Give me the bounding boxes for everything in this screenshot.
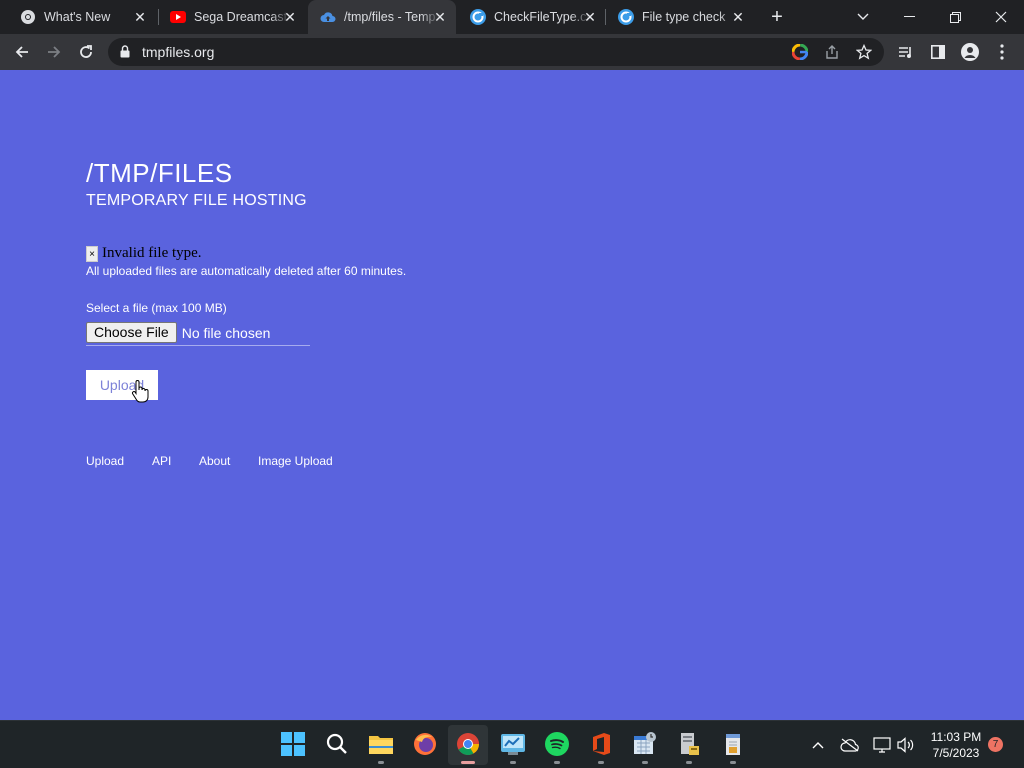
clock-date: 7/5/2023 <box>932 746 980 760</box>
chrome-icon[interactable] <box>455 731 481 764</box>
hand-pointer-cursor-icon <box>131 380 149 403</box>
onedrive-offline-icon[interactable] <box>840 735 860 755</box>
show-hidden-icons-button[interactable] <box>808 735 828 755</box>
profile-avatar-icon[interactable] <box>960 42 980 62</box>
checkfiletype-icon <box>618 9 634 25</box>
tab-checkfiletype[interactable]: CheckFileType.com ✕ <box>458 0 606 34</box>
file-input[interactable]: Choose File No file chosen <box>86 320 310 346</box>
file-input-label: Select a file (max 100 MB) <box>86 301 227 315</box>
tab-title: /tmp/files - Temp <box>344 10 436 24</box>
share-icon[interactable] <box>824 44 840 60</box>
close-icon <box>995 11 1007 23</box>
lock-icon[interactable] <box>120 45 130 63</box>
arrow-right-icon <box>48 46 61 58</box>
reload-button[interactable] <box>72 38 100 66</box>
close-tab-icon[interactable]: ✕ <box>132 9 148 25</box>
control-panel-icon[interactable] <box>500 731 526 764</box>
minimize-button[interactable] <box>886 0 932 34</box>
cloud-upload-icon <box>320 9 336 25</box>
network-icon[interactable] <box>872 735 892 755</box>
tab-title: File type check <box>642 10 726 24</box>
bookmark-star-icon[interactable] <box>856 44 872 60</box>
running-indicator <box>598 761 604 764</box>
chevron-down-icon <box>857 13 869 20</box>
new-tab-button[interactable]: + <box>766 6 788 28</box>
tab-tmpfiles[interactable]: /tmp/files - Temp ✕ <box>308 0 456 34</box>
running-indicator <box>461 761 475 764</box>
tab-file-type-check[interactable]: File type check ✕ <box>606 0 754 34</box>
running-indicator <box>686 761 692 764</box>
browser-toolbar: tmpfiles.org <box>0 34 1024 70</box>
error-alert: × Invalid file type. <box>86 245 202 262</box>
running-indicator <box>730 761 736 764</box>
media-control-icon[interactable] <box>896 42 916 62</box>
back-button[interactable] <box>8 38 36 66</box>
calendar-app-icon[interactable] <box>632 731 658 764</box>
chevron-up-icon <box>812 742 824 749</box>
youtube-icon <box>170 9 186 25</box>
chrome-icon <box>20 9 36 25</box>
tab-strip: What's New ✕ Sega Dreamcast ✕ /tmp/files… <box>0 0 1024 34</box>
footer-link-about[interactable]: About <box>199 454 230 468</box>
deletion-notice: All uploaded files are automatically del… <box>86 264 407 278</box>
notepad-app-icon[interactable] <box>720 731 746 764</box>
restore-icon <box>949 11 961 23</box>
running-indicator <box>554 761 560 764</box>
search-icon[interactable] <box>324 731 350 757</box>
clock-time: 11:03 PM <box>930 730 982 744</box>
tab-sega-dreamcast[interactable]: Sega Dreamcast ✕ <box>158 0 306 34</box>
start-icon[interactable] <box>280 731 306 757</box>
tab-search-button[interactable] <box>840 0 886 34</box>
footer-link-api[interactable]: API <box>152 454 171 468</box>
google-icon[interactable] <box>792 44 808 60</box>
side-panel-icon[interactable] <box>928 42 948 62</box>
system-clock[interactable]: 11:03 PM 7/5/2023 <box>922 729 990 761</box>
reload-icon <box>80 45 92 58</box>
running-indicator <box>642 761 648 764</box>
close-tab-icon[interactable]: ✕ <box>432 9 448 25</box>
printer-app-icon[interactable] <box>676 731 702 764</box>
footer-link-image-upload[interactable]: Image Upload <box>258 454 333 468</box>
choose-file-button[interactable]: Choose File <box>86 322 177 343</box>
close-tab-icon[interactable]: ✕ <box>730 9 746 25</box>
page-title: /TMP/FILES <box>86 158 233 188</box>
arrow-left-icon <box>15 46 28 58</box>
tab-title: Sega Dreamcast <box>194 10 288 24</box>
url-text[interactable]: tmpfiles.org <box>142 44 214 60</box>
footer-link-upload[interactable]: Upload <box>86 454 124 468</box>
minimize-icon <box>903 16 915 17</box>
close-window-button[interactable] <box>978 0 1024 34</box>
no-file-chosen-text: No file chosen <box>181 324 271 341</box>
tab-title: CheckFileType.com <box>494 10 590 24</box>
running-indicator <box>510 761 516 764</box>
running-indicator <box>378 761 384 764</box>
close-tab-icon[interactable]: ✕ <box>282 9 298 25</box>
windows-taskbar: 11:03 PM 7/5/2023 7 <box>0 720 1024 768</box>
office-icon[interactable] <box>588 731 614 764</box>
tab-title: What's New <box>44 10 111 24</box>
checkfiletype-icon <box>470 9 486 25</box>
close-tab-icon[interactable]: ✕ <box>582 9 598 25</box>
page-content: /TMP/FILES TEMPORARY FILE HOSTING × Inva… <box>0 70 1024 720</box>
page-subtitle: TEMPORARY FILE HOSTING <box>86 192 307 209</box>
notification-badge[interactable]: 7 <box>988 737 1003 752</box>
alert-close-button[interactable]: × <box>86 245 98 262</box>
volume-icon[interactable] <box>896 735 916 755</box>
alert-message: Invalid file type. <box>102 245 202 261</box>
more-menu-icon[interactable] <box>992 42 1012 62</box>
firefox-icon[interactable] <box>412 731 438 757</box>
forward-button[interactable] <box>40 38 68 66</box>
file-explorer-icon[interactable] <box>368 731 394 764</box>
address-bar[interactable]: tmpfiles.org <box>108 38 884 66</box>
restore-button[interactable] <box>932 0 978 34</box>
spotify-icon[interactable] <box>544 731 570 764</box>
tab-whats-new[interactable]: What's New ✕ <box>8 0 156 34</box>
